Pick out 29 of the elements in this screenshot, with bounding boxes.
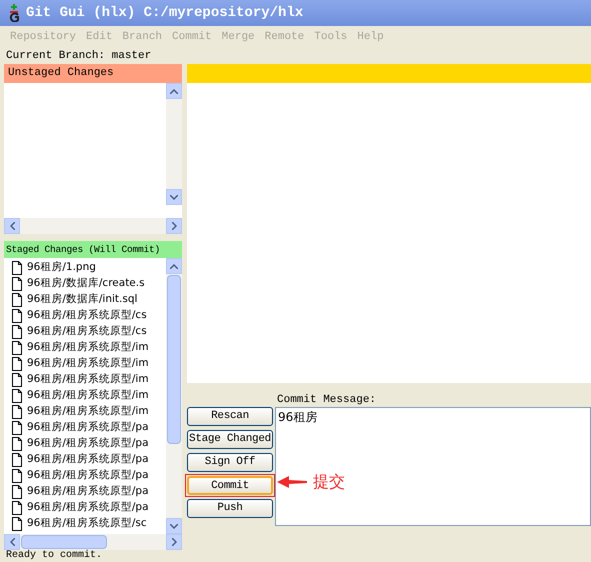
- staged-header: Staged Changes (Will Commit): [4, 241, 182, 258]
- action-button[interactable]: Sign Off: [187, 453, 273, 472]
- status-text: Ready to commit.: [5, 550, 104, 562]
- file-item[interactable]: 96租房/租房系统原型/im: [27, 388, 149, 404]
- file-item[interactable]: 96租房/租房系统原型/im: [27, 356, 149, 372]
- action-button[interactable]: Commit: [187, 476, 273, 495]
- file-item[interactable]: 96租房/租房系统原型/im: [27, 340, 149, 356]
- file-item[interactable]: 96租房/租房系统原型/cs: [27, 308, 147, 324]
- current-branch: Current Branch: master: [5, 49, 152, 64]
- file-item[interactable]: 96租房/数据库/init.sql: [27, 292, 138, 308]
- file-item[interactable]: 96租房/租房系统原型/sc: [27, 516, 147, 532]
- action-button[interactable]: Stage Changed: [187, 430, 273, 449]
- file-item[interactable]: 96租房/租房系统原型/pa: [27, 436, 149, 452]
- annotation-text: 提交: [313, 471, 345, 493]
- file-item[interactable]: 96租房/租房系统原型/pa: [27, 420, 149, 436]
- unstaged-header: Unstaged Changes: [4, 64, 182, 83]
- file-item[interactable]: 96租房/租房系统原型/pa: [27, 500, 149, 516]
- action-button[interactable]: Rescan: [187, 407, 273, 426]
- window-title: Git Gui (hlx) C:/myrepository/hlx: [26, 4, 304, 22]
- action-button[interactable]: Push: [187, 499, 273, 518]
- file-item[interactable]: 96租房/租房系统原型/im: [27, 404, 149, 420]
- file-item[interactable]: 96租房/数据库/create.s: [27, 276, 145, 292]
- file-item[interactable]: 96租房/租房系统原型/pa: [27, 452, 149, 468]
- file-item[interactable]: 96租房/租房系统原型/pa: [27, 468, 149, 484]
- commit-message-label: Commit Message:: [276, 393, 378, 407]
- file-item[interactable]: 96租房/租房系统原型/im: [27, 372, 149, 388]
- file-item[interactable]: 96租房/租房系统原型/cs: [27, 324, 147, 340]
- file-item[interactable]: 96租房/1.png: [27, 260, 96, 276]
- file-item[interactable]: 96租房/租房系统原型/pa: [27, 484, 149, 500]
